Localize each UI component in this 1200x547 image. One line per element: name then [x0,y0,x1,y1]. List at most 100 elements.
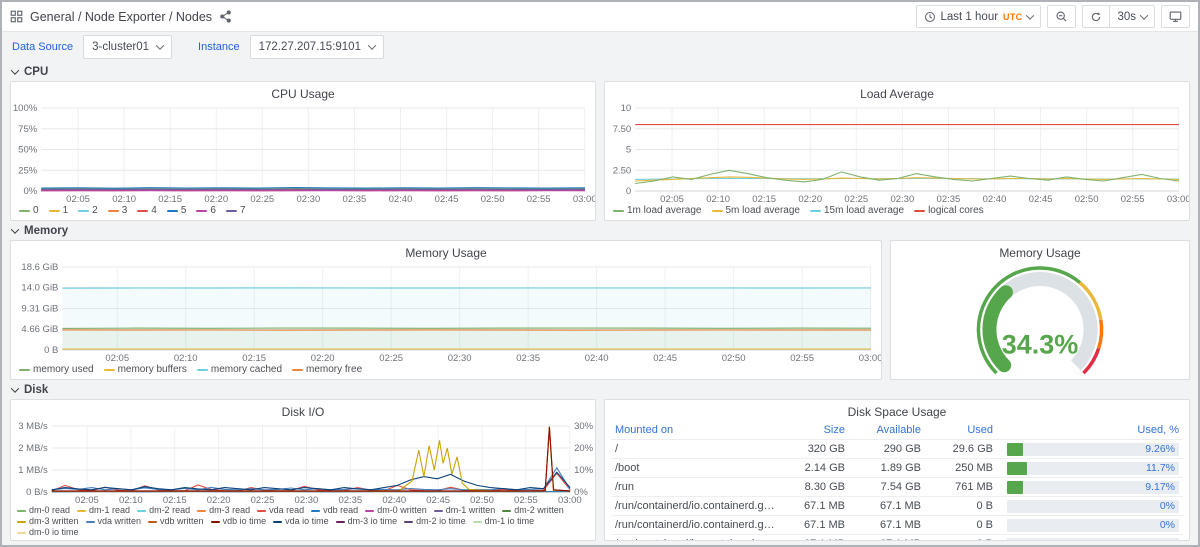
legend-item[interactable]: dm-3 written [17,516,79,527]
breadcrumb[interactable]: General / Node Exporter / Nodes [30,10,212,24]
legend-item[interactable]: 1m load average [613,205,702,217]
legend-item[interactable]: vdb io time [211,516,267,527]
panel-title[interactable]: Disk Space Usage [605,400,1189,421]
legend-swatch-icon [148,521,157,523]
apps-grid-icon[interactable] [10,10,23,23]
legend-item[interactable]: memory buffers [104,364,187,376]
legend-item[interactable]: dm-2 io time [404,516,466,527]
legend-item[interactable]: vda io time [273,516,329,527]
svg-text:02:45: 02:45 [653,353,677,363]
legend-item[interactable]: 5 [167,205,187,217]
table-cell: 250 MB [921,462,993,474]
column-header[interactable]: Used [921,424,993,436]
legend-item[interactable]: dm-0 read [17,505,70,516]
svg-text:02:10: 02:10 [112,194,136,204]
table-cell: 2.14 GB [783,462,845,474]
svg-text:10: 10 [621,103,632,114]
svg-text:02:05: 02:05 [75,495,99,505]
svg-text:02:35: 02:35 [516,353,540,363]
zoom-out-button[interactable] [1047,5,1076,28]
svg-text:02:55: 02:55 [1121,194,1145,204]
table-cell: 290 GB [845,443,921,455]
legend-item[interactable]: 7 [226,205,246,217]
used-percent-gauge: 0% [1007,538,1179,541]
legend-swatch-icon [226,210,237,213]
svg-text:02:20: 02:20 [207,495,231,505]
table-cell: 0 B [921,500,993,512]
time-range-label: Last 1 hour [941,11,999,23]
load-average-chart[interactable]: 02:0502:1002:1502:2002:2502:3002:3502:40… [605,103,1189,204]
legend-item[interactable]: 4 [137,205,157,217]
refresh-interval-dropdown[interactable]: 30s [1110,5,1155,28]
dashboard-body: CPU CPU Usage 02:0502:1002:1502:2002:250… [2,62,1198,541]
instance-dropdown[interactable]: 172.27.207.15:9101 [250,35,384,59]
cpu-usage-chart[interactable]: 02:0502:1002:1502:2002:2502:3002:3502:40… [11,103,595,204]
legend-item[interactable]: memory used [19,364,94,376]
table-cell: 67.1 MB [783,538,845,540]
legend-item[interactable]: dm-3 read [197,505,250,516]
legend-item[interactable]: dm-0 written [365,505,427,516]
kiosk-mode-button[interactable] [1161,5,1190,28]
column-header[interactable]: Used, % [993,424,1179,436]
legend-item[interactable]: dm-3 io time [336,516,398,527]
panel-title[interactable]: Memory Usage [11,241,881,262]
legend-item[interactable]: vda written [86,516,142,527]
svg-text:2.50: 2.50 [613,165,632,176]
legend-item[interactable]: 5m load average [712,205,801,217]
panel-title[interactable]: Memory Usage [891,241,1189,262]
legend-item[interactable]: 1 [49,205,69,217]
memory-usage-chart[interactable]: 02:0502:1002:1502:2002:2502:3002:3502:40… [11,262,881,363]
svg-text:02:45: 02:45 [1029,194,1053,204]
refresh-button[interactable] [1082,5,1110,28]
table-cell: /run/containerd/io.containerd.grpc... [615,538,783,540]
panel-title[interactable]: Load Average [605,82,1189,103]
zoom-out-icon [1055,10,1068,23]
legend-item[interactable]: dm-1 written [434,505,496,516]
panel-title[interactable]: Disk I/O [11,400,595,421]
legend-item[interactable]: vdb written [148,516,204,527]
svg-text:02:50: 02:50 [470,495,494,505]
column-header[interactable]: Size [783,424,845,436]
legend-item[interactable]: vda read [257,505,304,516]
legend-swatch-icon [273,521,282,523]
column-header[interactable]: Mounted on [615,424,783,436]
legend-swatch-icon [17,510,26,512]
svg-text:25%: 25% [18,165,38,176]
legend-item[interactable]: memory free [292,364,362,376]
legend-item[interactable]: dm-1 read [77,505,130,516]
svg-text:02:25: 02:25 [844,194,868,204]
datasource-value: 3-cluster01 [92,41,149,53]
legend-item[interactable]: 2 [78,205,98,217]
legend-item[interactable]: dm-2 written [502,505,564,516]
legend-item[interactable]: vdb read [311,505,358,516]
legend-item[interactable]: logical cores [914,205,984,217]
svg-text:34.3%: 34.3% [1002,330,1079,360]
used-percent-gauge: 0% [1007,500,1179,513]
svg-text:02:05: 02:05 [66,194,90,204]
legend-item[interactable]: 6 [196,205,216,217]
legend-item[interactable]: 15m load average [810,205,904,217]
time-range-picker[interactable]: Last 1 hour UTC [916,5,1042,28]
legend-item[interactable]: dm-0 io time [17,527,79,538]
column-header[interactable]: Available [845,424,921,436]
svg-text:02:10: 02:10 [174,353,198,363]
table-cell: 67.1 MB [845,519,921,531]
legend-item[interactable]: dm-2 read [137,505,190,516]
section-header-disk[interactable]: Disk [10,380,1190,399]
disk-io-chart[interactable]: 02:0502:1002:1502:2002:2502:3002:3502:40… [11,421,595,505]
legend-swatch-icon [502,510,511,512]
legend-swatch-icon [257,510,266,512]
datasource-dropdown[interactable]: 3-cluster01 [83,35,172,59]
legend-item[interactable]: 3 [108,205,128,217]
table-cell: 320 GB [783,443,845,455]
svg-text:03:00: 03:00 [1167,194,1189,204]
panel-title[interactable]: CPU Usage [11,82,595,103]
legend-item[interactable]: 0 [19,205,39,217]
refresh-icon [1090,11,1102,23]
svg-text:02:40: 02:40 [585,353,609,363]
section-header-cpu[interactable]: CPU [10,62,1190,81]
share-icon[interactable] [219,10,232,23]
legend-item[interactable]: dm-1 io time [473,516,535,527]
section-header-memory[interactable]: Memory [10,221,1190,240]
legend-item[interactable]: memory cached [197,364,282,376]
